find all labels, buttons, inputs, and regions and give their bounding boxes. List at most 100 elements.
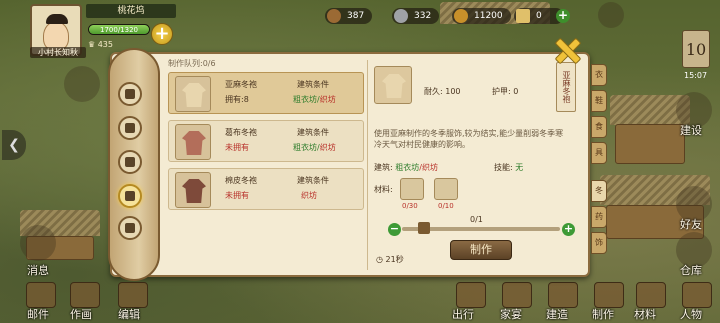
category-cloth[interactable] — [118, 150, 142, 174]
side-tab[interactable]: 食 — [591, 116, 607, 138]
craft-timer: ◷ 21秒 — [376, 255, 404, 264]
population-bar: 1700/1320 — [88, 24, 150, 35]
close-icon[interactable] — [550, 36, 584, 64]
resource-stone-value: 332 — [414, 11, 432, 21]
item-condition: 粗衣坊/织坊 — [293, 142, 336, 153]
prosperity-value: ♛ 435 — [88, 40, 113, 49]
travel-icon[interactable] — [456, 282, 486, 308]
skill-value: 无 — [515, 163, 524, 172]
item-name-tag: 亚麻冬袍 — [556, 62, 576, 112]
increase-quantity-button[interactable]: + — [562, 223, 575, 236]
nav-label-construct[interactable]: 建设 — [680, 122, 702, 138]
category-bag[interactable] — [118, 116, 142, 140]
condition-a: 粗衣坊/ — [293, 143, 320, 152]
side-tab[interactable]: 具 — [591, 142, 607, 164]
list-item[interactable]: 葛布冬袍 未拥有 建筑条件 粗衣坊/织坊 — [168, 120, 364, 162]
nav-label-character[interactable]: 人物 — [680, 306, 702, 322]
craft-quantity: 0/1 — [470, 215, 483, 224]
cloth-icon — [125, 157, 135, 167]
add-population-button[interactable]: + — [151, 23, 173, 45]
mail-letter-icon[interactable] — [26, 282, 56, 308]
condition-b: 织坊 — [301, 191, 317, 200]
nav-label-travel[interactable]: 出行 — [452, 306, 474, 322]
nav-label-friends[interactable]: 好友 — [680, 216, 702, 232]
material-count: 0/30 — [402, 202, 418, 210]
list-item[interactable]: 亚麻冬袍 拥有:8 建筑条件 粗衣坊/织坊 — [168, 72, 364, 114]
nav-label-message[interactable]: 消息 — [27, 262, 49, 278]
message-icon[interactable] — [20, 225, 56, 261]
teapot-icon[interactable] — [64, 66, 100, 102]
nav-label-material[interactable]: 材料 — [634, 306, 656, 322]
edit-icon[interactable] — [118, 282, 148, 308]
durability-label: 耐久: — [424, 87, 443, 96]
skill-requirement: 技能: 无 — [494, 162, 523, 173]
nav-label-warehouse[interactable]: 仓库 — [680, 262, 702, 278]
side-tab[interactable]: 衣 — [591, 64, 607, 86]
decrease-quantity-button[interactable]: − — [388, 223, 401, 236]
robe-icon — [182, 83, 206, 107]
character-icon[interactable] — [682, 282, 712, 308]
side-tab-active[interactable]: 冬 — [591, 180, 607, 202]
linen-icon[interactable] — [400, 178, 424, 200]
craft-button[interactable]: 制作 — [450, 240, 512, 260]
material-icon[interactable] — [636, 282, 666, 308]
item-owned: 拥有:8 — [225, 95, 249, 104]
building-a: 粗衣坊 — [395, 163, 420, 172]
painting-icon[interactable] — [70, 282, 100, 308]
side-tab[interactable]: 药 — [591, 206, 607, 228]
item-condition-label: 建筑条件 — [297, 80, 329, 89]
scroll-icon — [516, 9, 530, 23]
armor-stat: 护甲: 0 — [492, 86, 518, 97]
bag-icon — [125, 123, 135, 133]
quantity-slider-handle[interactable] — [418, 222, 430, 234]
add-jade-button[interactable]: + — [556, 9, 570, 23]
category-hat[interactable] — [118, 82, 142, 106]
building-label: 建筑: — [374, 163, 393, 172]
nav-label-build[interactable]: 建造 — [546, 306, 568, 322]
hut — [615, 124, 685, 164]
resource-jade: 0 + — [514, 8, 570, 24]
item-name: 葛布冬袍 — [225, 128, 257, 137]
resource-jade-value: 0 — [536, 11, 542, 21]
craft-icon[interactable] — [594, 282, 624, 308]
population-text: 1700/1320 — [100, 26, 138, 34]
item-image — [175, 76, 211, 112]
shoe-icon — [125, 223, 135, 233]
detail-item-image — [374, 66, 412, 104]
condition-b: 织坊 — [319, 95, 336, 104]
durability-value: 100 — [445, 87, 461, 96]
nav-label-craft[interactable]: 制作 — [592, 306, 614, 322]
craft-timer-value: 21秒 — [385, 255, 404, 264]
list-item[interactable]: 棉皮冬袍 未拥有 建筑条件 织坊 — [168, 168, 364, 210]
coin-icon — [454, 9, 468, 23]
category-robe[interactable] — [118, 184, 142, 208]
armor-value: 0 — [513, 87, 519, 96]
fabric-icon[interactable] — [434, 178, 458, 200]
armor-label: 护甲: — [492, 87, 511, 96]
nav-label-feast[interactable]: 家宴 — [500, 306, 522, 322]
feast-icon[interactable] — [502, 282, 532, 308]
village-name: 桃花坞 — [86, 4, 176, 18]
resource-wood: 387 — [325, 8, 373, 24]
robe-icon — [125, 191, 135, 201]
materials-label: 材料: — [374, 185, 393, 194]
item-image — [175, 172, 211, 208]
nav-label-edit[interactable]: 编辑 — [118, 306, 140, 322]
log-icon — [327, 9, 341, 23]
side-tab[interactable]: 鞋 — [591, 90, 607, 112]
item-condition-label: 建筑条件 — [297, 128, 329, 137]
player-name: 小村长知秋 — [30, 47, 86, 58]
building-b: /织坊 — [419, 163, 438, 172]
robe-icon — [182, 179, 206, 203]
item-condition: 织坊 — [301, 190, 317, 201]
item-name: 棉皮冬袍 — [225, 176, 257, 185]
category-shoes[interactable] — [118, 216, 142, 240]
mail-icon[interactable] — [598, 2, 624, 28]
item-description: 使用亚麻制作的冬季服饰,较为结实,能少量削弱冬季寒冷天气对村民健康的影响。 — [374, 129, 564, 149]
side-tab[interactable]: 饰 — [591, 232, 607, 254]
nav-label-paint[interactable]: 作画 — [70, 306, 92, 322]
condition-b: 织坊 — [319, 143, 336, 152]
build-icon[interactable] — [548, 282, 578, 308]
hat-icon — [125, 89, 135, 99]
nav-label-mail[interactable]: 邮件 — [27, 306, 49, 322]
